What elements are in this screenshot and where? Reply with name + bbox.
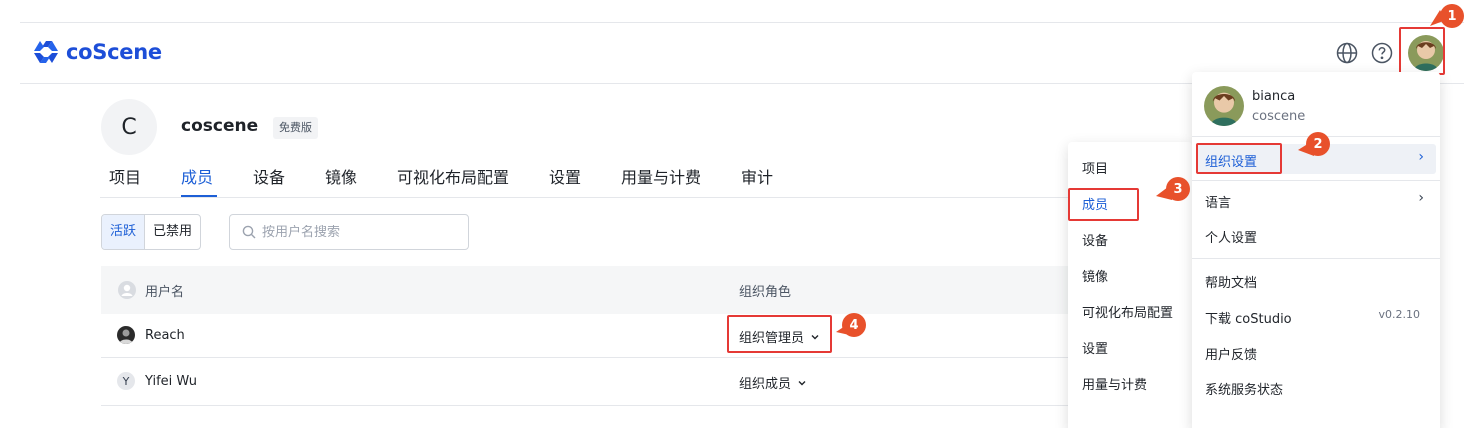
submenu-item-projects[interactable]: 项目 — [1082, 158, 1108, 177]
step-marker-2: 2 — [1306, 132, 1330, 156]
coscene-logo[interactable]: coScene — [32, 39, 162, 65]
submenu-item-usage-billing[interactable]: 用量与计费 — [1082, 374, 1147, 393]
menu-item-download-costudio[interactable]: 下载 coStudio — [1205, 308, 1292, 327]
logo-text: coScene — [66, 40, 162, 64]
active-tab-indicator — [181, 195, 217, 197]
highlight-box-4 — [727, 315, 832, 353]
user-icon — [118, 281, 136, 299]
table-row: Y Yifei Wu 组织成员 — [101, 358, 1181, 406]
tab-images[interactable]: 镜像 — [325, 164, 357, 198]
highlight-box-2 — [1196, 143, 1282, 174]
column-username: 用户名 — [117, 280, 184, 300]
submenu-item-settings[interactable]: 设置 — [1082, 338, 1108, 357]
menu-user-avatar — [1204, 86, 1244, 126]
user-dropdown-menu: bianca coscene 组织设置 › 语言 › 个人设置 帮助文档 下载 … — [1192, 72, 1440, 428]
status-segmented-control: 活跃 已禁用 — [101, 214, 202, 250]
filter-active-button[interactable]: 活跃 — [102, 215, 146, 249]
highlight-box-1 — [1399, 27, 1445, 75]
tab-audit[interactable]: 审计 — [741, 164, 773, 198]
coscene-logo-icon — [34, 41, 58, 63]
search-input[interactable] — [262, 224, 452, 240]
column-org-role: 组织角色 — [739, 285, 792, 300]
user-search — [229, 214, 469, 250]
chevron-right-icon: › — [1418, 149, 1424, 165]
chevron-right-icon: › — [1418, 190, 1424, 206]
menu-item-system-status[interactable]: 系统服务状态 — [1205, 379, 1283, 398]
role-dropdown[interactable]: 组织成员 — [739, 373, 807, 392]
costudio-version: v0.2.10 — [1378, 308, 1421, 321]
step-marker-4: 4 — [842, 313, 866, 337]
tab-layouts[interactable]: 可视化布局配置 — [397, 164, 509, 198]
user-name: Yifei Wu — [145, 373, 198, 389]
search-icon — [242, 225, 256, 239]
menu-divider — [1192, 258, 1440, 259]
plan-badge: 免费版 — [273, 117, 318, 139]
user-avatar — [117, 326, 135, 344]
user-cell: Y Yifei Wu — [117, 372, 197, 390]
highlight-box-3 — [1068, 188, 1139, 221]
menu-user-org: coscene — [1252, 109, 1306, 124]
user-name: Reach — [145, 327, 185, 343]
org-avatar: C — [101, 99, 157, 155]
tab-members[interactable]: 成员 — [181, 164, 213, 198]
tab-usage-billing[interactable]: 用量与计费 — [621, 164, 701, 198]
column-username-label: 用户名 — [145, 284, 185, 300]
step-marker-3: 3 — [1166, 177, 1190, 201]
submenu-item-images[interactable]: 镜像 — [1082, 266, 1108, 285]
user-avatar: Y — [117, 372, 135, 390]
help-icon[interactable] — [1370, 41, 1394, 65]
menu-divider — [1192, 180, 1440, 181]
menu-item-help-docs[interactable]: 帮助文档 — [1205, 272, 1257, 291]
filter-disabled-button[interactable]: 已禁用 — [145, 215, 200, 249]
menu-item-feedback[interactable]: 用户反馈 — [1205, 344, 1257, 363]
tab-settings[interactable]: 设置 — [549, 164, 581, 198]
menu-item-language[interactable]: 语言 — [1205, 192, 1231, 211]
user-cell: Reach — [117, 326, 185, 344]
tab-devices[interactable]: 设备 — [253, 164, 285, 198]
globe-icon[interactable] — [1335, 41, 1359, 65]
members-table-header: 用户名 组织角色 — [101, 266, 1181, 314]
org-name: coscene — [181, 116, 259, 136]
step-marker-1: 1 — [1440, 4, 1464, 28]
tab-projects[interactable]: 项目 — [109, 164, 141, 198]
menu-item-personal-settings[interactable]: 个人设置 — [1205, 227, 1257, 246]
table-row: Reach 组织管理员 — [101, 314, 1181, 358]
submenu-item-devices[interactable]: 设备 — [1082, 230, 1108, 249]
role-label: 组织成员 — [739, 377, 792, 392]
org-tabs: 项目 成员 设备 镜像 可视化布局配置 设置 用量与计费 审计 — [100, 164, 1180, 198]
submenu-item-layouts[interactable]: 可视化布局配置 — [1082, 302, 1173, 321]
chevron-down-icon — [798, 380, 806, 385]
menu-username: bianca — [1252, 89, 1296, 104]
